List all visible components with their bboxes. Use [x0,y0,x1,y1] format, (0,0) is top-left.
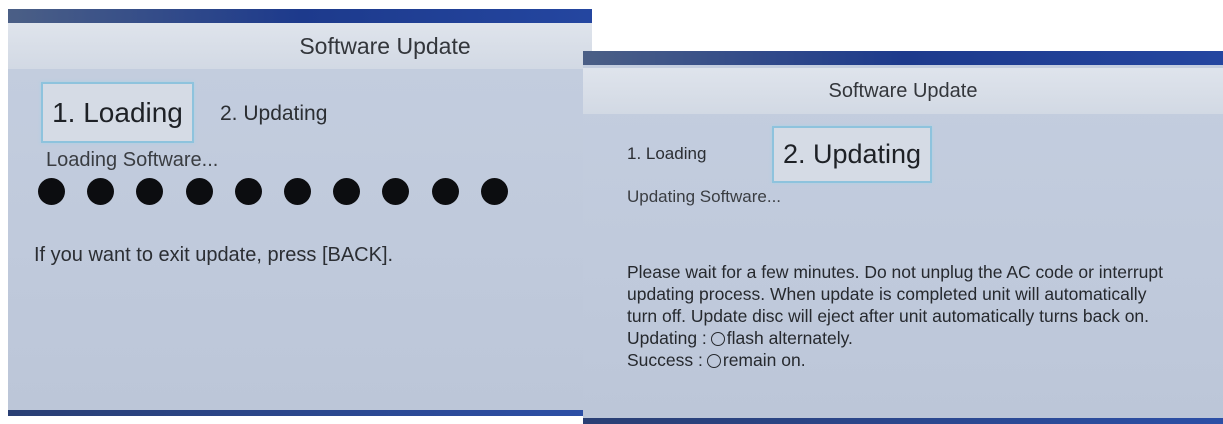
title-bar: Software Update [8,23,592,69]
legend-text: remain on. [722,350,806,370]
screen-title: Software Update [828,79,978,102]
legend-updating: Updating : flash alternately. [627,327,1223,349]
progress-dot [87,178,115,205]
step-label: 2. Updating [782,139,922,169]
step-loading-active: 1. Loading [41,82,194,143]
update-message: Please wait for a few minutes. Do not un… [627,261,1223,371]
circle-icon [710,332,725,346]
title-bar: Software Update [583,68,1223,114]
right-screen: Software Update 1. Loading 2. Updating U… [583,51,1223,424]
progress-dot [333,178,361,205]
step-label: 1. Loading [52,96,183,128]
progress-dot [136,178,164,205]
message-line: updating process. When update is complet… [627,284,1147,304]
legend-text: flash alternately. [726,328,853,348]
left-screen: Software Update 1. Loading 2. Updating L… [8,9,592,416]
step-loading: 1. Loading [627,144,707,163]
progress-dot [382,178,410,205]
status-text: Loading Software... [46,149,219,171]
step-updating-active: 2. Updating [772,126,932,183]
progress-dot [185,178,213,205]
step-updating: 2. Updating [220,102,328,125]
message-line: turn off. Update disc will eject after u… [627,306,1150,326]
legend-prefix: Updating : [627,328,707,348]
legend-success: Success : remain on. [627,349,1223,371]
legend-prefix: Success : [627,350,703,370]
progress-dots [38,178,528,208]
screen-title: Software Update [299,32,471,59]
exit-hint: If you want to exit update, press [BACK]… [34,244,394,266]
message-line: Please wait for a few minutes. Do not un… [627,262,1163,282]
progress-dot [431,178,459,205]
status-text: Updating Software... [627,187,782,206]
progress-dot [234,178,262,205]
progress-dot [480,178,508,205]
progress-dot [284,178,311,205]
progress-dot [38,178,65,205]
circle-icon [706,354,721,368]
